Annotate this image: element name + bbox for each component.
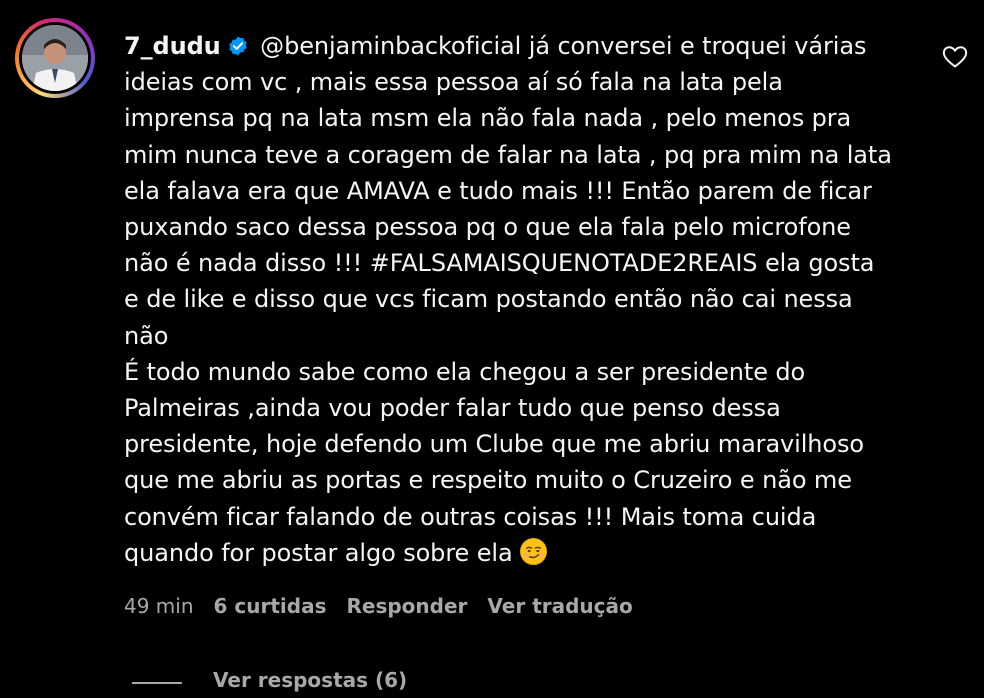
- replies-divider: [132, 682, 182, 684]
- comment-text-line: presidente, hoje defendo um Clube que me…: [124, 430, 864, 459]
- see-translation-button[interactable]: Ver tradução: [487, 594, 632, 618]
- avatar[interactable]: [22, 25, 88, 91]
- comment-text-line: puxando saco dessa pessoa pq o que ela f…: [124, 213, 851, 242]
- comment-text-line: quando for postar algo sobre ela: [124, 538, 513, 567]
- reply-button[interactable]: Responder: [347, 594, 468, 618]
- comment: 7_dudu @benjaminbackoficial já conversei…: [0, 0, 984, 698]
- comment-meta: 49 min 6 curtidas Responder Ver tradução: [124, 594, 653, 622]
- smirk-emoji-icon: [519, 537, 547, 565]
- comment-text-line: ideias com vc , mais essa pessoa aí só f…: [124, 68, 783, 97]
- view-replies-label: Ver respostas (6): [213, 668, 408, 692]
- comment-text-line: É todo mundo sabe como ela chegou a ser …: [124, 357, 806, 386]
- comment-text-line: e de like e disso que vcs ficam postando…: [124, 285, 853, 314]
- comment-line-last: quando for postar algo sobre ela: [124, 535, 924, 571]
- comment-text-line: ela falava era que AMAVA e tudo mais !!!…: [124, 176, 872, 205]
- story-ring[interactable]: [15, 18, 95, 98]
- likes-count[interactable]: 6 curtidas: [214, 594, 327, 618]
- verified-badge-icon: [228, 36, 247, 56]
- comment-text-line: mim nunca teve a coragem de falar na lat…: [124, 140, 892, 169]
- comment-body: 7_dudu @benjaminbackoficial já conversei…: [124, 28, 924, 571]
- comment-text-line: que me abriu as portas e respeito muito …: [124, 466, 852, 495]
- comment-text-line: convém ficar falando de outras coisas !!…: [124, 502, 817, 531]
- comment-text-line: não: [124, 321, 169, 350]
- username[interactable]: 7_dudu: [124, 32, 221, 60]
- comment-text-line: imprensa pq na lata msm ela não fala nad…: [124, 104, 852, 133]
- comment-text-line: @benjaminbackoficial já conversei e troq…: [252, 32, 867, 60]
- like-heart-icon[interactable]: [942, 45, 968, 69]
- comment-text-line: Palmeiras ,ainda vou poder falar tudo qu…: [124, 394, 781, 423]
- comment-line-1: 7_dudu @benjaminbackoficial já conversei…: [124, 28, 924, 64]
- comment-text-line: não é nada disso !!! #FALSAMAISQUENOTADE…: [124, 249, 875, 278]
- comment-time: 49 min: [124, 594, 194, 618]
